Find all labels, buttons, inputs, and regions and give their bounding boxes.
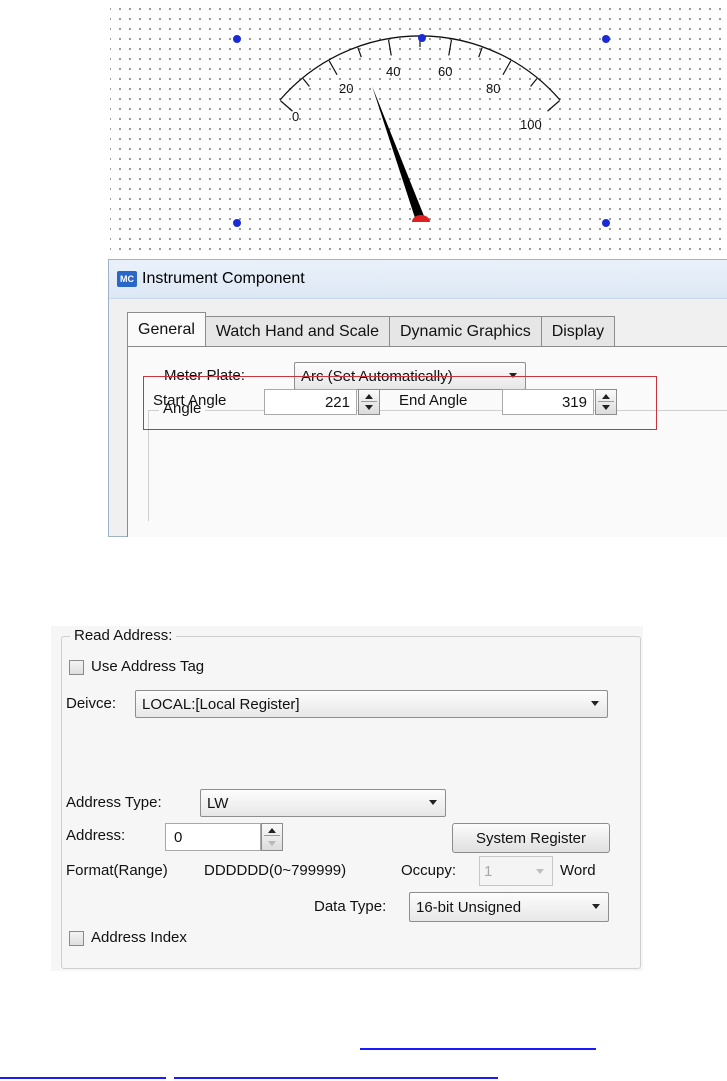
spin-divider: [264, 835, 280, 836]
address-index-checkbox[interactable]: [69, 931, 84, 946]
data-type-label: Data Type:: [314, 898, 387, 915]
start-angle-input[interactable]: 221: [264, 389, 357, 415]
gauge-tick: [547, 100, 561, 112]
occupy-value: 1: [484, 862, 493, 880]
tab-general[interactable]: General: [127, 312, 206, 347]
spin-down-icon: [268, 841, 276, 846]
resize-handle-top-left[interactable]: [233, 35, 241, 43]
occupy-label: Occupy:: [401, 862, 457, 879]
tab-strip: General Watch Hand and Scale Dynamic Gra…: [127, 312, 616, 347]
data-type-value: 16-bit Unsigned: [416, 898, 522, 916]
address-type-value: LW: [207, 794, 229, 812]
data-type-select[interactable]: 16-bit Unsigned: [409, 892, 609, 922]
scale-label-40: 40: [386, 64, 401, 79]
hyperlink-underline-1[interactable]: [360, 1048, 596, 1050]
tab-dynamic-graphics[interactable]: Dynamic Graphics: [388, 316, 542, 347]
dialog-titlebar[interactable]: MC Instrument Component: [109, 260, 727, 299]
spin-up-icon: [602, 394, 610, 399]
scale-label-0: 0: [292, 109, 300, 124]
mc-app-icon: MC: [117, 271, 137, 287]
dialog-title: Instrument Component: [142, 270, 305, 287]
occupy-select[interactable]: 1: [479, 856, 553, 886]
gauge-tick: [328, 60, 338, 76]
start-angle-spinner[interactable]: [358, 389, 380, 415]
end-angle-input[interactable]: 319: [502, 389, 594, 415]
angle-highlight-box: Start Angle 221 End Angle 319: [143, 376, 657, 430]
resize-handle-bottom-left[interactable]: [233, 219, 241, 227]
address-label: Address:: [66, 827, 126, 844]
address-value: 0: [174, 828, 183, 846]
chevron-down-icon: [591, 701, 599, 706]
hyperlink-underline-2[interactable]: [0, 1077, 166, 1079]
design-canvas[interactable]: 0 20 40 60 80 100: [110, 0, 727, 252]
address-spinner[interactable]: [261, 823, 283, 851]
device-value: LOCAL:[Local Register]: [142, 695, 300, 713]
gauge-tick: [357, 47, 362, 58]
read-address-panel: Read Address: Use Address Tag Deivce: LO…: [51, 626, 643, 971]
spin-divider: [598, 401, 614, 402]
spin-up-icon: [365, 394, 373, 399]
scale-label-20: 20: [339, 81, 354, 96]
format-range-label: Format(Range): [66, 862, 168, 879]
chevron-down-icon: [536, 869, 544, 874]
device-label: Deivce:: [66, 695, 117, 712]
address-type-select[interactable]: LW: [200, 789, 446, 817]
use-address-tag-checkbox[interactable]: [69, 660, 84, 675]
hyperlink-underline-3[interactable]: [174, 1077, 498, 1079]
gauge-needle: [372, 86, 426, 221]
resize-handle-bottom-right[interactable]: [602, 219, 610, 227]
read-address-label: Read Address:: [70, 627, 177, 644]
end-angle-label: End Angle: [399, 392, 468, 409]
gauge-tick: [279, 100, 293, 112]
spin-divider: [361, 401, 377, 402]
gauge-tick: [530, 78, 538, 87]
occupy-unit: Word: [560, 862, 596, 879]
start-angle-label: Start Angle: [153, 392, 227, 409]
gauge-ticks: [279, 37, 561, 112]
tab-watch-hand-and-scale[interactable]: Watch Hand and Scale: [204, 316, 390, 347]
address-input[interactable]: 0: [165, 823, 261, 851]
gauge-tick: [448, 39, 453, 56]
spin-down-icon: [365, 405, 373, 410]
format-range-value: DDDDDD(0~799999): [204, 862, 347, 879]
general-tab-panel: Meter Plate: Arc (Set Automatically) Ang…: [127, 346, 727, 537]
gauge-tick: [502, 60, 512, 76]
use-address-tag-label: Use Address Tag: [91, 658, 205, 675]
resize-handle-top-right[interactable]: [602, 35, 610, 43]
scale-label-100: 100: [520, 117, 542, 132]
address-type-label: Address Type:: [66, 794, 162, 811]
gauge-tick: [478, 47, 483, 58]
gauge-tick: [302, 78, 310, 87]
system-register-button[interactable]: System Register: [452, 823, 610, 853]
resize-handle-top[interactable]: [418, 34, 426, 42]
spin-down-icon: [602, 405, 610, 410]
scale-label-60: 60: [438, 64, 453, 79]
gauge-tick: [387, 39, 392, 56]
chevron-down-icon: [592, 904, 600, 909]
spin-up-icon: [268, 828, 276, 833]
end-angle-spinner[interactable]: [595, 389, 617, 415]
device-select[interactable]: LOCAL:[Local Register]: [135, 690, 608, 718]
tab-display[interactable]: Display: [540, 316, 616, 347]
chevron-down-icon: [429, 800, 437, 805]
scale-label-80: 80: [486, 81, 501, 96]
address-index-label: Address Index: [91, 929, 187, 946]
instrument-component-dialog: MC Instrument Component General Watch Ha…: [108, 259, 727, 537]
